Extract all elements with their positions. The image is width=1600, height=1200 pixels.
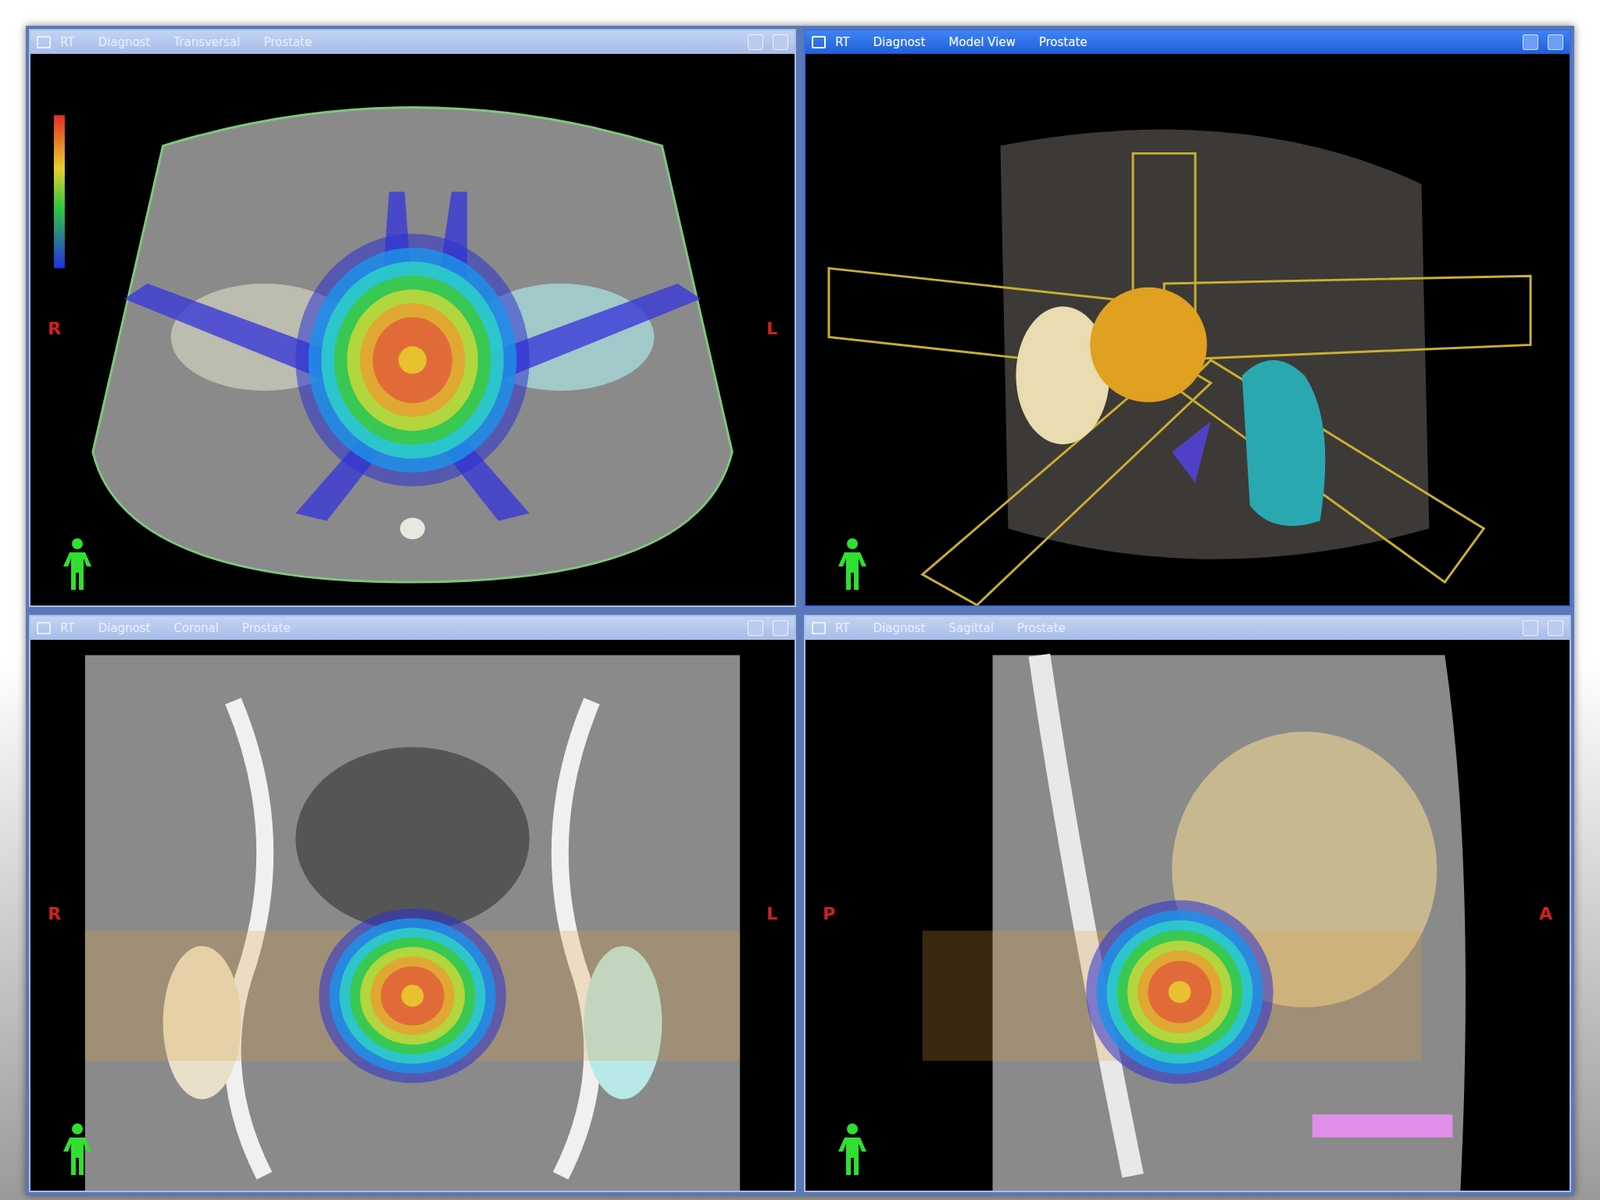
orientation-label: R	[47, 318, 61, 339]
orientation-figure-icon	[60, 536, 95, 592]
app-name: RT	[60, 621, 90, 636]
dose-distribution	[318, 907, 507, 1083]
title-part: Prostate	[263, 35, 326, 50]
sagittal-ct-image[interactable]	[805, 639, 1570, 1192]
viewport-title-bar[interactable]: RT Diagnost Model View Prostate	[805, 30, 1570, 54]
close-icon[interactable]	[772, 34, 789, 50]
orientation-figure-icon	[835, 1121, 870, 1177]
viewport[interactable]: RTDiagnostTransversalProstateRL	[28, 28, 797, 608]
orientation-label: P	[822, 903, 836, 924]
axial-ct-image[interactable]	[30, 53, 795, 606]
title-part: Coronal	[173, 621, 233, 636]
title-part: Diagnost	[873, 621, 940, 636]
viewport-title-bar[interactable]: RT Diagnost Sagittal Prostate	[805, 616, 1570, 640]
title-part: Prostate	[1039, 35, 1102, 50]
viewport[interactable]: RT Diagnost Model View Prostate	[803, 28, 1572, 608]
viewport-canvas[interactable]: PA	[805, 639, 1570, 1192]
dose-distribution	[295, 233, 529, 486]
viewport-canvas[interactable]: RL	[30, 53, 795, 606]
restore-icon[interactable]	[747, 620, 764, 636]
title-part: Sagittal	[948, 621, 1008, 636]
close-icon[interactable]	[772, 620, 789, 636]
orientation-label: A	[1539, 903, 1553, 924]
app-name: RT	[835, 35, 865, 50]
close-icon[interactable]	[1547, 620, 1564, 636]
viewport-grid: RTDiagnostTransversalProstateRLRTDiagnos…	[25, 25, 1575, 1196]
orientation-label: L	[766, 903, 778, 924]
restore-icon[interactable]	[747, 34, 764, 50]
orientation-figure-icon	[60, 1121, 95, 1177]
app-icon	[36, 35, 51, 49]
restore-icon[interactable]	[1522, 620, 1539, 636]
orientation-figure-icon	[835, 536, 870, 592]
app-name: RT	[835, 621, 865, 636]
restore-icon[interactable]	[1522, 34, 1539, 50]
title-part: Diagnost	[98, 35, 165, 50]
viewport-title-bar[interactable]: RT Diagnost Transversal Prostate	[30, 30, 795, 54]
coronal-ct-image[interactable]	[30, 639, 795, 1192]
viewport-canvas[interactable]	[805, 53, 1570, 606]
title-part: Prostate	[242, 621, 305, 636]
orientation-label: L	[766, 318, 778, 339]
app-icon	[811, 35, 826, 49]
app-icon	[36, 621, 51, 635]
title-part: Diagnost	[98, 621, 165, 636]
dose-distribution	[1085, 900, 1274, 1084]
viewport-title-bar[interactable]: RT Diagnost Coronal Prostate	[30, 616, 795, 640]
app-name: RT	[60, 35, 90, 50]
close-icon[interactable]	[1547, 34, 1564, 50]
viewport[interactable]: RTDiagnostCoronalProstateRL	[28, 614, 797, 1193]
app-icon	[811, 621, 826, 635]
title-part: Model View	[948, 35, 1029, 50]
title-part: Prostate	[1017, 621, 1080, 636]
title-part: Transversal	[173, 35, 254, 50]
page: RTDiagnostTransversalProstateRLRTDiagnos…	[0, 0, 1600, 1200]
title-part: Diagnost	[873, 35, 940, 50]
viewport-canvas[interactable]: RL	[30, 639, 795, 1192]
viewport[interactable]: RTDiagnostSagittalProstatePA	[803, 614, 1572, 1193]
model-view-3d[interactable]	[805, 53, 1570, 606]
orientation-label: R	[47, 903, 61, 924]
